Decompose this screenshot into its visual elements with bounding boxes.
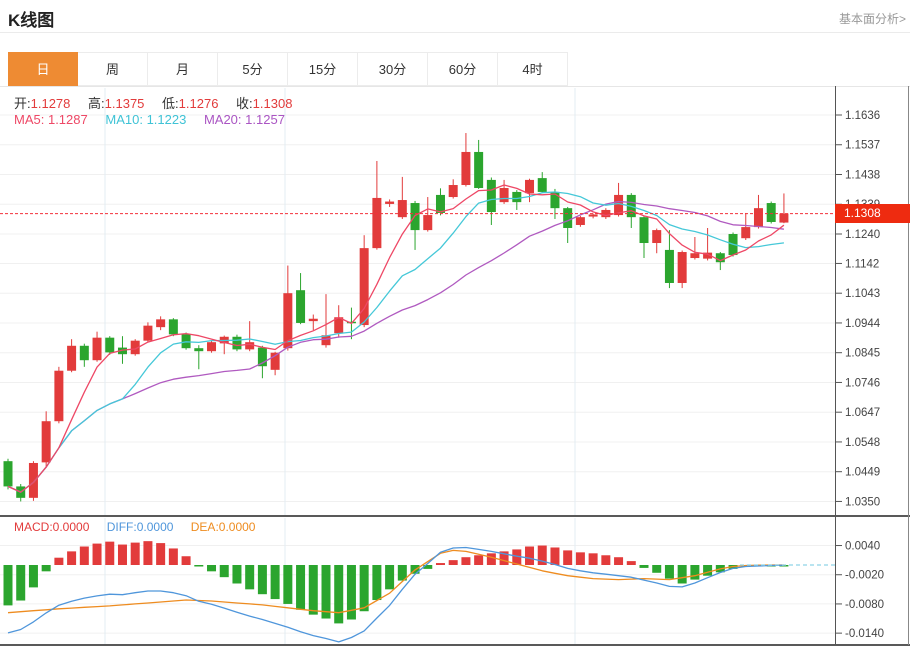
ma-readout: MA5: 1.1287 MA10: 1.1223 MA20: 1.1257 <box>14 112 299 127</box>
high-value: 1.1375 <box>105 96 145 111</box>
macd-readout: MACD:0.0000 DIFF:0.0000 DEA:0.0000 <box>14 520 269 534</box>
kline-page: K线图 基本面分析> 日 周 月 5分 15分 30分 60分 4时 1.163… <box>0 0 910 647</box>
svg-text:1.1142: 1.1142 <box>845 258 879 270</box>
svg-text:1.0944: 1.0944 <box>845 318 881 330</box>
tab-5min[interactable]: 5分 <box>218 52 288 86</box>
svg-text:-0.0140: -0.0140 <box>845 628 884 640</box>
page-header: K线图 基本面分析> <box>0 0 910 33</box>
current-price-badge: 1.1308 <box>835 204 910 223</box>
svg-text:-0.0020: -0.0020 <box>845 570 884 582</box>
low-value: 1.1276 <box>179 96 219 111</box>
open-value: 1.1278 <box>31 96 71 111</box>
ma20-label: MA20: <box>204 112 242 127</box>
high-label: 高: <box>88 96 105 111</box>
svg-text:1.0647: 1.0647 <box>845 407 880 419</box>
svg-text:1.1438: 1.1438 <box>845 169 880 181</box>
svg-text:1.1240: 1.1240 <box>845 229 880 241</box>
macd-value: 0.0000 <box>53 520 90 534</box>
tab-day[interactable]: 日 <box>8 52 78 86</box>
svg-text:1.0449: 1.0449 <box>845 467 880 479</box>
svg-text:1.1043: 1.1043 <box>845 288 880 300</box>
svg-text:1.1537: 1.1537 <box>845 140 880 152</box>
close-value: 1.1308 <box>253 96 293 111</box>
svg-text:1.0350: 1.0350 <box>845 496 880 508</box>
diff-value: 0.0000 <box>137 520 174 534</box>
close-label: 收: <box>236 96 253 111</box>
svg-text:1.1636: 1.1636 <box>845 110 880 122</box>
ma20-value: 1.1257 <box>245 112 285 127</box>
svg-text:1.0746: 1.0746 <box>845 377 880 389</box>
ma5-label: MA5: <box>14 112 44 127</box>
period-tab-bar: 日 周 月 5分 15分 30分 60分 4时 <box>0 52 910 87</box>
ma10-value: 1.1223 <box>147 112 187 127</box>
dea-label: DEA: <box>191 520 219 534</box>
svg-text:0.0040: 0.0040 <box>845 541 880 553</box>
tab-60min[interactable]: 60分 <box>428 52 498 86</box>
dea-value: 0.0000 <box>219 520 256 534</box>
tab-month[interactable]: 月 <box>148 52 218 86</box>
low-label: 低: <box>162 96 179 111</box>
tab-30min[interactable]: 30分 <box>358 52 428 86</box>
tab-15min[interactable]: 15分 <box>288 52 358 86</box>
fundamental-analysis-link[interactable]: 基本面分析> <box>839 10 906 27</box>
svg-text:1.0548: 1.0548 <box>845 437 880 449</box>
macd-label: MACD: <box>14 520 53 534</box>
svg-text:-0.0080: -0.0080 <box>845 599 884 611</box>
diff-label: DIFF: <box>107 520 137 534</box>
page-title: K线图 <box>8 6 54 31</box>
tab-week[interactable]: 周 <box>78 52 148 86</box>
ma10-label: MA10: <box>105 112 143 127</box>
ohlc-readout: 开:1.1278 高:1.1375 低:1.1276 收:1.1308 <box>14 93 306 112</box>
tab-4hour[interactable]: 4时 <box>498 52 568 86</box>
ma5-value: 1.1287 <box>48 112 88 127</box>
open-label: 开: <box>14 96 31 111</box>
svg-text:1.0845: 1.0845 <box>845 348 880 360</box>
